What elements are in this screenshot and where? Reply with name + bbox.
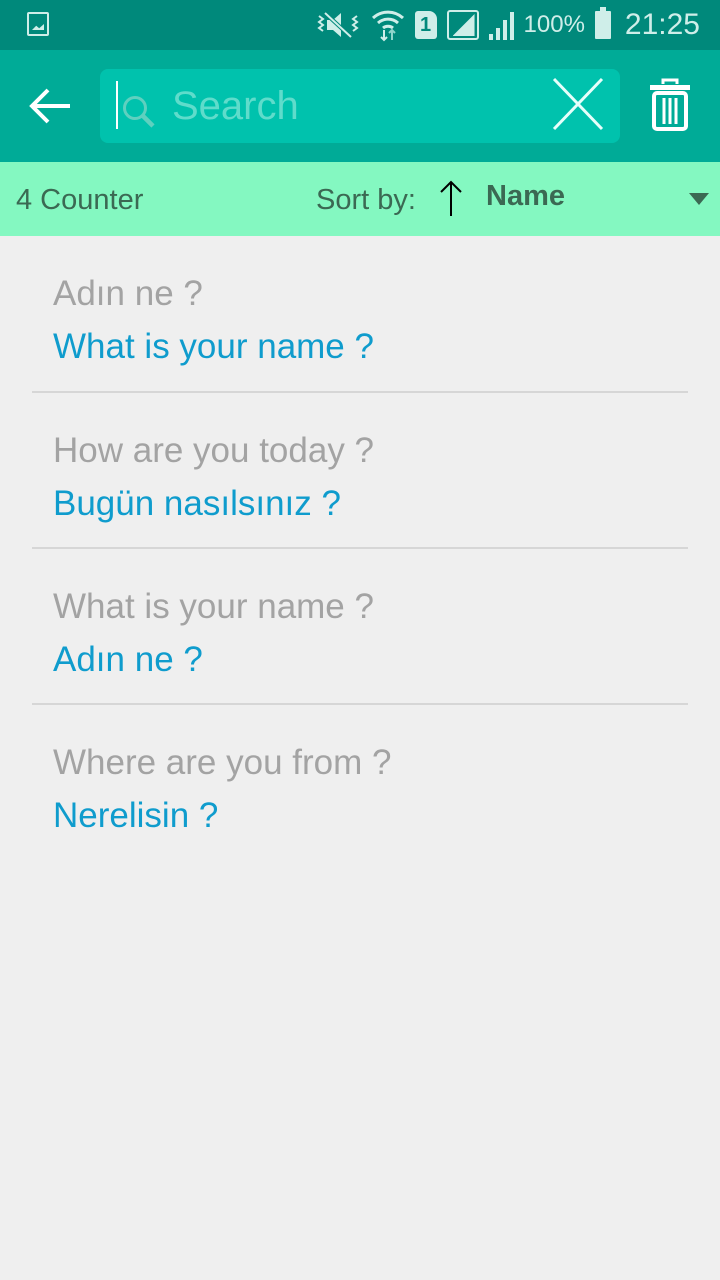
status-icons: 1 100% 21:25 (315, 0, 700, 50)
toolbar (0, 50, 720, 162)
signal-bars-icon (488, 10, 514, 40)
translation-phrase: Adın ne ? (53, 640, 203, 679)
list-item[interactable]: What is your name ? Adın ne ? (32, 549, 688, 705)
source-phrase: What is your name ? (53, 587, 374, 626)
sort-field-select[interactable]: Name (486, 180, 565, 213)
delete-button[interactable] (646, 76, 694, 134)
list-item[interactable]: Adın ne ? What is your name ? (32, 236, 688, 393)
sort-bar: 4 Counter Sort by: Name (0, 162, 720, 236)
source-phrase: Adın ne ? (53, 274, 203, 313)
translation-phrase: What is your name ? (53, 327, 374, 366)
dropdown-arrow-icon[interactable] (689, 193, 709, 205)
text-cursor (116, 81, 118, 129)
list-item[interactable]: How are you today ? Bugün nasılsınız ? (32, 393, 688, 549)
battery-icon (594, 7, 611, 39)
wifi-icon (371, 10, 404, 42)
sort-direction-toggle[interactable] (436, 178, 466, 220)
search-input[interactable] (172, 79, 532, 133)
battery-percent: 100% (523, 11, 585, 38)
translation-phrase: Nerelisin ? (53, 796, 219, 835)
close-x-icon (552, 77, 604, 131)
status-bar: 1 100% 21:25 (0, 0, 720, 50)
magnifier-icon (123, 96, 155, 128)
sort-by-label: Sort by: (316, 184, 416, 216)
source-phrase: Where are you from ? (53, 743, 392, 782)
clock: 21:25 (624, 8, 700, 41)
item-count-label: 4 Counter (16, 184, 144, 216)
search-bar[interactable] (100, 69, 620, 143)
arrow-left-icon (29, 88, 70, 124)
back-button[interactable] (26, 84, 74, 128)
arrow-up-icon (440, 180, 462, 216)
clear-search-button[interactable] (550, 75, 606, 133)
translation-phrase: Bugün nasılsınız ? (53, 484, 341, 523)
signal-box-icon (446, 10, 479, 40)
trash-icon (650, 78, 690, 131)
vibrate-mute-icon (316, 11, 359, 39)
phrase-list: Adın ne ? What is your name ? How are yo… (32, 236, 688, 861)
gallery-notification-icon (27, 12, 49, 36)
list-item[interactable]: Where are you from ? Nerelisin ? (32, 705, 688, 861)
sim-icon: 1 (414, 11, 437, 39)
source-phrase: How are you today ? (53, 431, 375, 470)
